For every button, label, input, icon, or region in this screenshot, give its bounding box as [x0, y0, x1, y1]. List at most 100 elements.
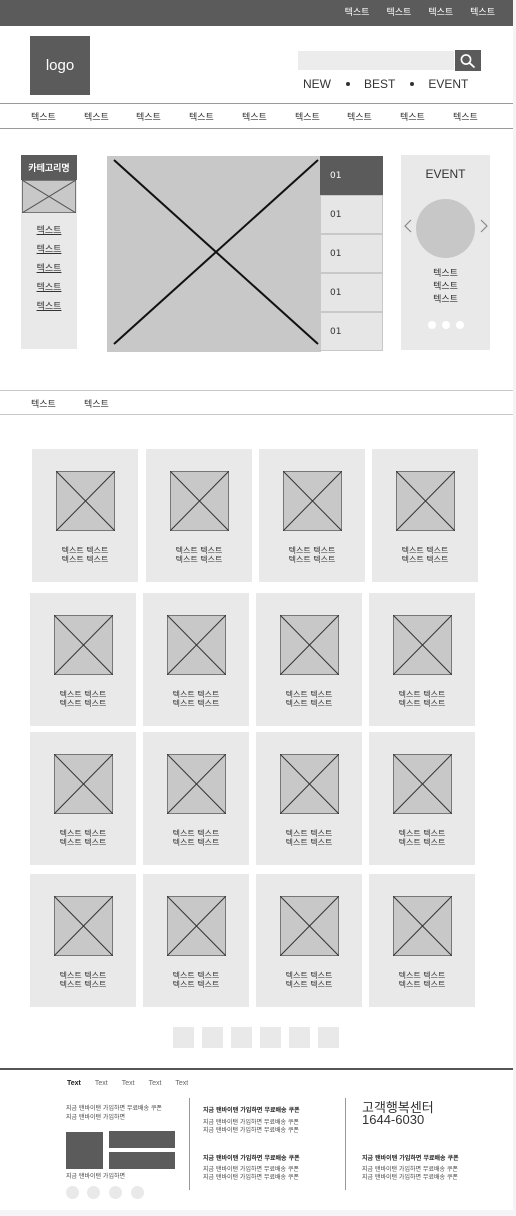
banner-tab[interactable]: 01: [320, 156, 383, 195]
main-banner-image[interactable]: [107, 156, 321, 352]
product-caption: 텍스트 텍스트 텍스트 텍스트: [146, 546, 252, 564]
pagination-dot[interactable]: [456, 321, 464, 329]
product-card[interactable]: 텍스트 텍스트 텍스트 텍스트: [143, 593, 249, 726]
product-card[interactable]: 텍스트 텍스트 텍스트 텍스트: [30, 874, 136, 1007]
footer-text: 지금 탠바이탠 가입하면 무료배송 쿠폰: [66, 1105, 162, 1112]
page-button[interactable]: [173, 1027, 194, 1048]
banner-tab[interactable]: 01: [320, 273, 383, 312]
product-caption-line: 텍스트 텍스트: [59, 829, 107, 838]
product-card[interactable]: 텍스트 텍스트 텍스트 텍스트: [369, 874, 475, 1007]
product-image-placeholder: [280, 896, 339, 956]
product-caption-line: 텍스트 텍스트: [288, 546, 336, 555]
footer-divider: [345, 1098, 346, 1190]
quick-link-best[interactable]: BEST: [364, 77, 395, 91]
product-card[interactable]: 텍스트 텍스트 텍스트 텍스트: [146, 449, 252, 582]
customer-center-phone: 1644-6030: [362, 1112, 425, 1127]
event-link[interactable]: 텍스트: [401, 294, 490, 307]
product-caption-line: 텍스트 텍스트: [398, 971, 446, 980]
category-link[interactable]: 텍스트: [21, 283, 77, 302]
product-caption: 텍스트 텍스트 텍스트 텍스트: [256, 690, 362, 708]
product-caption: 텍스트 텍스트 텍스트 텍스트: [259, 546, 365, 564]
logo[interactable]: logo: [30, 36, 90, 95]
product-card[interactable]: 텍스트 텍스트 텍스트 텍스트: [256, 593, 362, 726]
product-caption-line: 텍스트 텍스트: [398, 838, 446, 847]
category-image-placeholder: [22, 180, 76, 213]
nav-item[interactable]: 텍스트: [295, 110, 320, 123]
page-button[interactable]: [318, 1027, 339, 1048]
product-card[interactable]: 텍스트 텍스트 텍스트 텍스트: [256, 732, 362, 865]
nav-item[interactable]: 텍스트: [242, 110, 267, 123]
footer-tab[interactable]: Text: [149, 1080, 162, 1087]
nav-item[interactable]: 텍스트: [136, 110, 161, 123]
product-caption-line: 텍스트 텍스트: [59, 699, 107, 708]
page-button[interactable]: [231, 1027, 252, 1048]
pagination-dot[interactable]: [442, 321, 450, 329]
footer-tab[interactable]: Text: [175, 1080, 188, 1087]
product-card[interactable]: 텍스트 텍스트 텍스트 텍스트: [369, 732, 475, 865]
event-link[interactable]: 텍스트: [401, 281, 490, 294]
page-button[interactable]: [289, 1027, 310, 1048]
nav-item[interactable]: 텍스트: [400, 110, 425, 123]
social-icon[interactable]: [87, 1186, 100, 1199]
banner-tab[interactable]: 01: [320, 195, 383, 234]
sub-nav-item[interactable]: 텍스트: [31, 397, 56, 410]
product-card[interactable]: 텍스트 텍스트 텍스트 텍스트: [259, 449, 365, 582]
product-card[interactable]: 텍스트 텍스트 텍스트 텍스트: [30, 593, 136, 726]
category-link[interactable]: 텍스트: [21, 302, 77, 321]
footer-text: 지금 탠바이탠 가입하면 무료배송 쿠폰: [203, 1166, 299, 1173]
top-link[interactable]: 텍스트: [470, 7, 495, 19]
nav-item[interactable]: 텍스트: [189, 110, 214, 123]
product-image-placeholder: [167, 754, 226, 814]
pagination-dot[interactable]: [428, 321, 436, 329]
chevron-right-icon[interactable]: [480, 219, 488, 233]
product-caption-line: 텍스트 텍스트: [398, 690, 446, 699]
footer-divider: [189, 1098, 190, 1190]
footer-tab[interactable]: Text: [95, 1080, 108, 1087]
page-button[interactable]: [202, 1027, 223, 1048]
quick-link-event[interactable]: EVENT: [428, 77, 468, 91]
event-image-placeholder[interactable]: [416, 199, 475, 258]
category-panel: 카테고리명 텍스트 텍스트 텍스트 텍스트 텍스트: [21, 155, 77, 349]
nav-item[interactable]: 텍스트: [347, 110, 372, 123]
page-button[interactable]: [260, 1027, 281, 1048]
footer-tab[interactable]: Text: [67, 1080, 81, 1087]
product-caption: 텍스트 텍스트 텍스트 텍스트: [30, 971, 136, 989]
footer-tab[interactable]: Text: [122, 1080, 135, 1087]
footer-banner-placeholder[interactable]: [109, 1152, 175, 1169]
product-card[interactable]: 텍스트 텍스트 텍스트 텍스트: [143, 874, 249, 1007]
nav-item[interactable]: 텍스트: [31, 110, 56, 123]
search-button[interactable]: [455, 50, 481, 71]
nav-item[interactable]: 텍스트: [453, 110, 478, 123]
product-card[interactable]: 텍스트 텍스트 텍스트 텍스트: [256, 874, 362, 1007]
social-icon[interactable]: [109, 1186, 122, 1199]
event-panel: EVENT 텍스트 텍스트 텍스트: [401, 155, 490, 350]
banner-tab[interactable]: 01: [320, 312, 383, 351]
banner-tab[interactable]: 01: [320, 234, 383, 273]
product-caption: 텍스트 텍스트 텍스트 텍스트: [30, 829, 136, 847]
event-link[interactable]: 텍스트: [401, 268, 490, 281]
category-link[interactable]: 텍스트: [21, 226, 77, 245]
social-icon[interactable]: [66, 1186, 79, 1199]
separator-dot: [346, 82, 350, 86]
nav-item[interactable]: 텍스트: [84, 110, 109, 123]
product-card[interactable]: 텍스트 텍스트 텍스트 텍스트: [372, 449, 478, 582]
footer-banner-placeholder[interactable]: [109, 1131, 175, 1148]
product-image-placeholder: [170, 471, 229, 531]
social-icon[interactable]: [131, 1186, 144, 1199]
product-card[interactable]: 텍스트 텍스트 텍스트 텍스트: [143, 732, 249, 865]
sub-nav-item[interactable]: 텍스트: [84, 397, 109, 410]
product-image-placeholder: [54, 615, 113, 675]
top-link[interactable]: 텍스트: [345, 7, 370, 19]
top-link[interactable]: 텍스트: [428, 7, 453, 19]
product-image-placeholder: [393, 754, 452, 814]
category-link[interactable]: 텍스트: [21, 264, 77, 283]
product-caption-line: 텍스트 텍스트: [285, 980, 333, 989]
top-link[interactable]: 텍스트: [386, 7, 411, 19]
search-input[interactable]: [298, 51, 454, 70]
category-link[interactable]: 텍스트: [21, 245, 77, 264]
product-card[interactable]: 텍스트 텍스트 텍스트 텍스트: [369, 593, 475, 726]
product-card[interactable]: 텍스트 텍스트 텍스트 텍스트: [32, 449, 138, 582]
product-card[interactable]: 텍스트 텍스트 텍스트 텍스트: [30, 732, 136, 865]
chevron-left-icon[interactable]: [404, 219, 412, 233]
quick-link-new[interactable]: NEW: [303, 77, 331, 91]
